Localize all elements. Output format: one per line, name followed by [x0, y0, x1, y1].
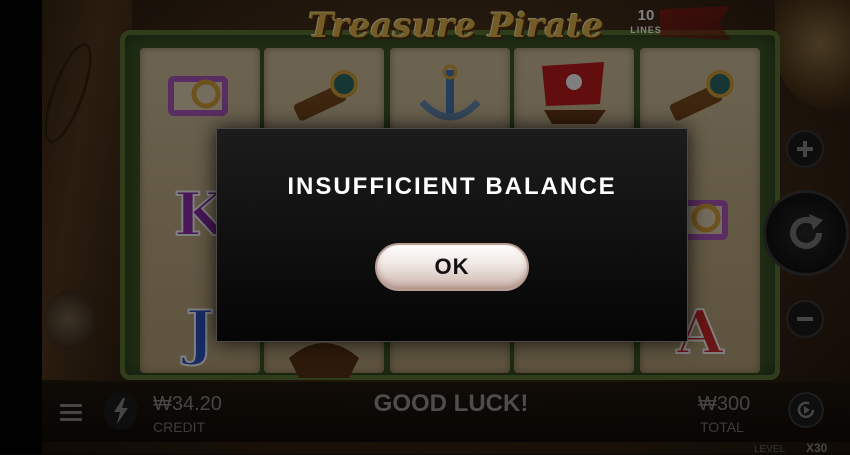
insufficient-balance-dialog: INSUFFICIENT BALANCE OK: [216, 128, 688, 342]
ok-button[interactable]: OK: [375, 243, 529, 291]
dialog-title: INSUFFICIENT BALANCE: [287, 173, 617, 200]
